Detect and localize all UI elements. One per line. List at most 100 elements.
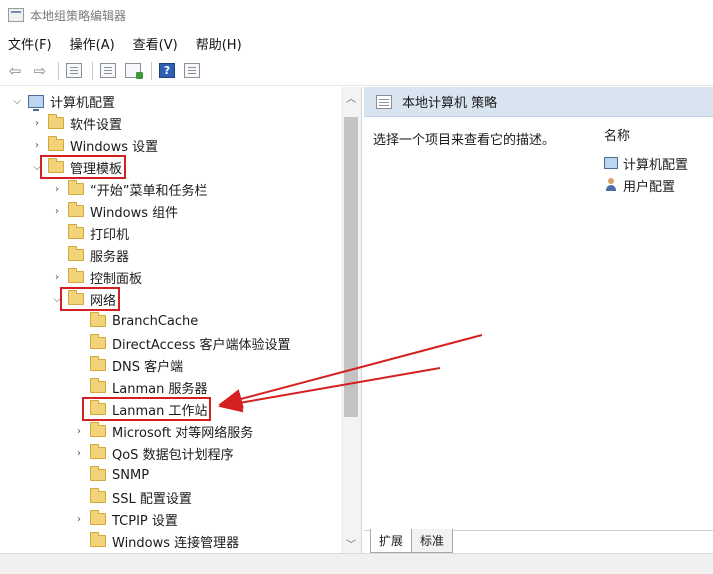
folder-icon <box>90 356 106 371</box>
chevron-right-icon[interactable]: › <box>50 272 64 283</box>
tree-node-label: 计算机配置 <box>50 95 116 111</box>
tree-node-label: BranchCache <box>112 313 199 329</box>
policy-icon <box>376 94 392 109</box>
tree-node[interactable]: Windows 连接管理器 <box>72 530 239 552</box>
tree-node[interactable]: › Windows 组件 <box>50 200 178 222</box>
toolbar-separator <box>92 61 93 80</box>
tree-node-label: QoS 数据包计划程序 <box>112 447 234 463</box>
help-icon[interactable]: ? <box>156 60 178 82</box>
chevron-down-icon[interactable]: ⌵ <box>10 96 24 107</box>
details-header: 本地计算机 策略 <box>364 87 713 117</box>
list-item-label: 计算机配置 <box>623 157 689 173</box>
tree-node-label: Windows 设置 <box>70 139 159 155</box>
highlight-box <box>40 155 127 179</box>
tree-node-label: 服务器 <box>90 249 130 265</box>
tree-pane: ⌵ 计算机配置 › 软件设置 › Windows 设置 ⌵ 管理模板 › “开始”菜单和任务栏 › W… <box>0 87 362 553</box>
properties-icon[interactable] <box>97 60 119 82</box>
folder-icon <box>90 466 106 481</box>
tree-node-label: 打印机 <box>90 227 130 243</box>
tree-node[interactable]: SSL 配置设置 <box>72 486 192 508</box>
tree-node[interactable]: 服务器 <box>50 244 129 266</box>
tree-node-label: Lanman 服务器 <box>112 381 208 397</box>
tree-node[interactable]: › QoS 数据包计划程序 <box>72 442 234 464</box>
view-tabs: 扩展 标准 <box>364 529 713 553</box>
menu-help[interactable]: 帮助(H) <box>196 34 242 53</box>
tree-node-label: 软件设置 <box>70 117 123 133</box>
tree-node-label: SNMP <box>112 467 150 483</box>
folder-icon <box>48 136 64 151</box>
toolbar-separator <box>58 61 59 80</box>
tree-node-label: Microsoft 对等网络服务 <box>112 425 254 441</box>
computer-icon <box>604 157 618 169</box>
group-policy-app-icon <box>8 8 24 22</box>
folder-icon <box>48 114 64 129</box>
folder-icon <box>68 268 84 283</box>
tree-node[interactable]: › TCPIP 设置 <box>72 508 178 530</box>
tree-node-label: DirectAccess 客户端体验设置 <box>112 337 291 353</box>
forward-arrow-icon[interactable]: ⇨ <box>29 60 51 82</box>
list-item-computer-config[interactable]: 计算机配置 <box>604 152 713 174</box>
details-description: 选择一个项目来查看它的描述。 <box>373 133 556 148</box>
folder-icon <box>68 246 84 261</box>
tree-node[interactable]: SNMP <box>72 464 149 486</box>
scroll-up-icon[interactable]: ︿ <box>341 87 361 107</box>
back-arrow-icon[interactable]: ⇦ <box>4 60 26 82</box>
title-bar: 本地组策略编辑器 <box>0 0 713 30</box>
chevron-right-icon[interactable]: › <box>50 206 64 217</box>
folder-icon <box>90 422 106 437</box>
tree-node[interactable]: › 软件设置 <box>30 112 122 134</box>
folder-icon <box>90 444 106 459</box>
folder-icon <box>90 488 106 503</box>
tree-node-label: “开始”菜单和任务栏 <box>90 183 208 199</box>
chevron-right-icon[interactable]: › <box>50 184 64 195</box>
window-title: 本地组策略编辑器 <box>30 8 127 23</box>
show-tree-icon[interactable] <box>63 60 85 82</box>
tree-node[interactable]: ⌵ 计算机配置 <box>10 90 115 112</box>
status-bar <box>0 553 713 574</box>
menu-bar: 文件(F) 操作(A) 查看(V) 帮助(H) <box>0 30 713 56</box>
computer-icon <box>28 94 44 111</box>
tree-node[interactable]: 打印机 <box>50 222 129 244</box>
tree-node-label: Windows 连接管理器 <box>112 535 240 551</box>
tree-node[interactable]: BranchCache <box>72 310 198 332</box>
tree-node[interactable]: › “开始”菜单和任务栏 <box>50 178 207 200</box>
toolbar-separator <box>151 61 152 80</box>
tab-standard[interactable]: 标准 <box>411 529 454 553</box>
highlight-box <box>82 397 212 421</box>
chevron-right-icon[interactable]: › <box>30 140 44 151</box>
chevron-right-icon[interactable]: › <box>72 426 86 437</box>
tree-node[interactable]: Lanman 服务器 <box>72 376 207 398</box>
folder-icon <box>90 532 106 547</box>
highlight-box <box>60 287 121 311</box>
scroll-down-icon[interactable]: ﹀ <box>341 533 361 553</box>
folder-icon <box>68 224 84 239</box>
column-header-name[interactable]: 名称 <box>604 125 713 144</box>
tree-scrollbar[interactable]: ︿ ﹀ <box>341 87 361 553</box>
tree-node-label: 控制面板 <box>90 271 143 287</box>
menu-view[interactable]: 查看(V) <box>133 34 178 53</box>
chevron-right-icon[interactable]: › <box>72 514 86 525</box>
toolbar: ⇦ ⇨ ? <box>0 56 713 86</box>
chevron-right-icon[interactable]: › <box>72 448 86 459</box>
list-item-user-config[interactable]: 用户配置 <box>604 174 713 196</box>
tree-node-label: Windows 组件 <box>90 205 179 221</box>
tree-node-label: DNS 客户端 <box>112 359 184 375</box>
scrollbar-thumb[interactable] <box>344 117 358 417</box>
tree-node[interactable]: › 控制面板 <box>50 266 142 288</box>
menu-action[interactable]: 操作(A) <box>70 34 115 53</box>
export-list-icon[interactable] <box>122 60 144 82</box>
tree-node[interactable]: DirectAccess 客户端体验设置 <box>72 332 291 354</box>
show-hide-icon[interactable] <box>181 60 203 82</box>
tree-node[interactable]: › Windows 设置 <box>30 134 158 156</box>
folder-icon <box>90 312 106 327</box>
list-item-label: 用户配置 <box>623 179 676 195</box>
folder-icon <box>90 334 106 349</box>
tab-extended[interactable]: 扩展 <box>370 529 413 553</box>
folder-icon <box>68 202 84 217</box>
tree-node[interactable]: DNS 客户端 <box>72 354 183 376</box>
menu-file[interactable]: 文件(F) <box>8 34 52 53</box>
folder-icon <box>90 510 106 525</box>
chevron-right-icon[interactable]: › <box>30 118 44 129</box>
tree-node[interactable]: › Microsoft 对等网络服务 <box>72 420 253 442</box>
details-title: 本地计算机 策略 <box>402 96 498 111</box>
